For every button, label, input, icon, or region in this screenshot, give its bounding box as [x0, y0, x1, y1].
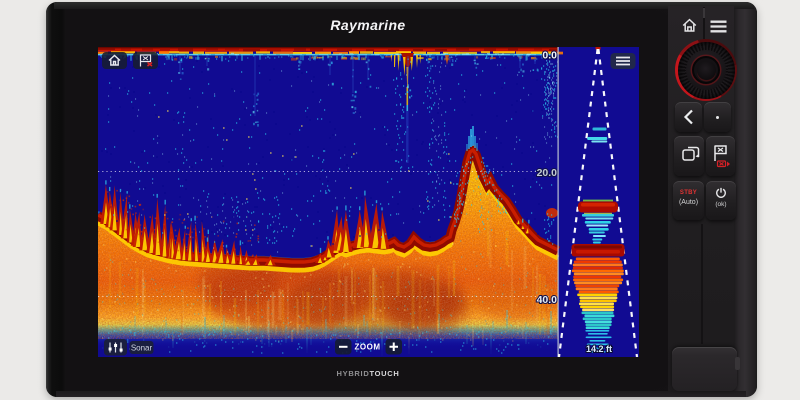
svg-text:40.0: 40.0 [537, 294, 558, 306]
svg-text:20.0: 20.0 [537, 167, 558, 179]
svg-text:0.0: 0.0 [542, 50, 557, 62]
svg-text:ZOOM: ZOOM [355, 343, 381, 352]
svg-text:Sonar: Sonar [131, 344, 153, 353]
svg-text:14.2 ft: 14.2 ft [586, 344, 612, 354]
